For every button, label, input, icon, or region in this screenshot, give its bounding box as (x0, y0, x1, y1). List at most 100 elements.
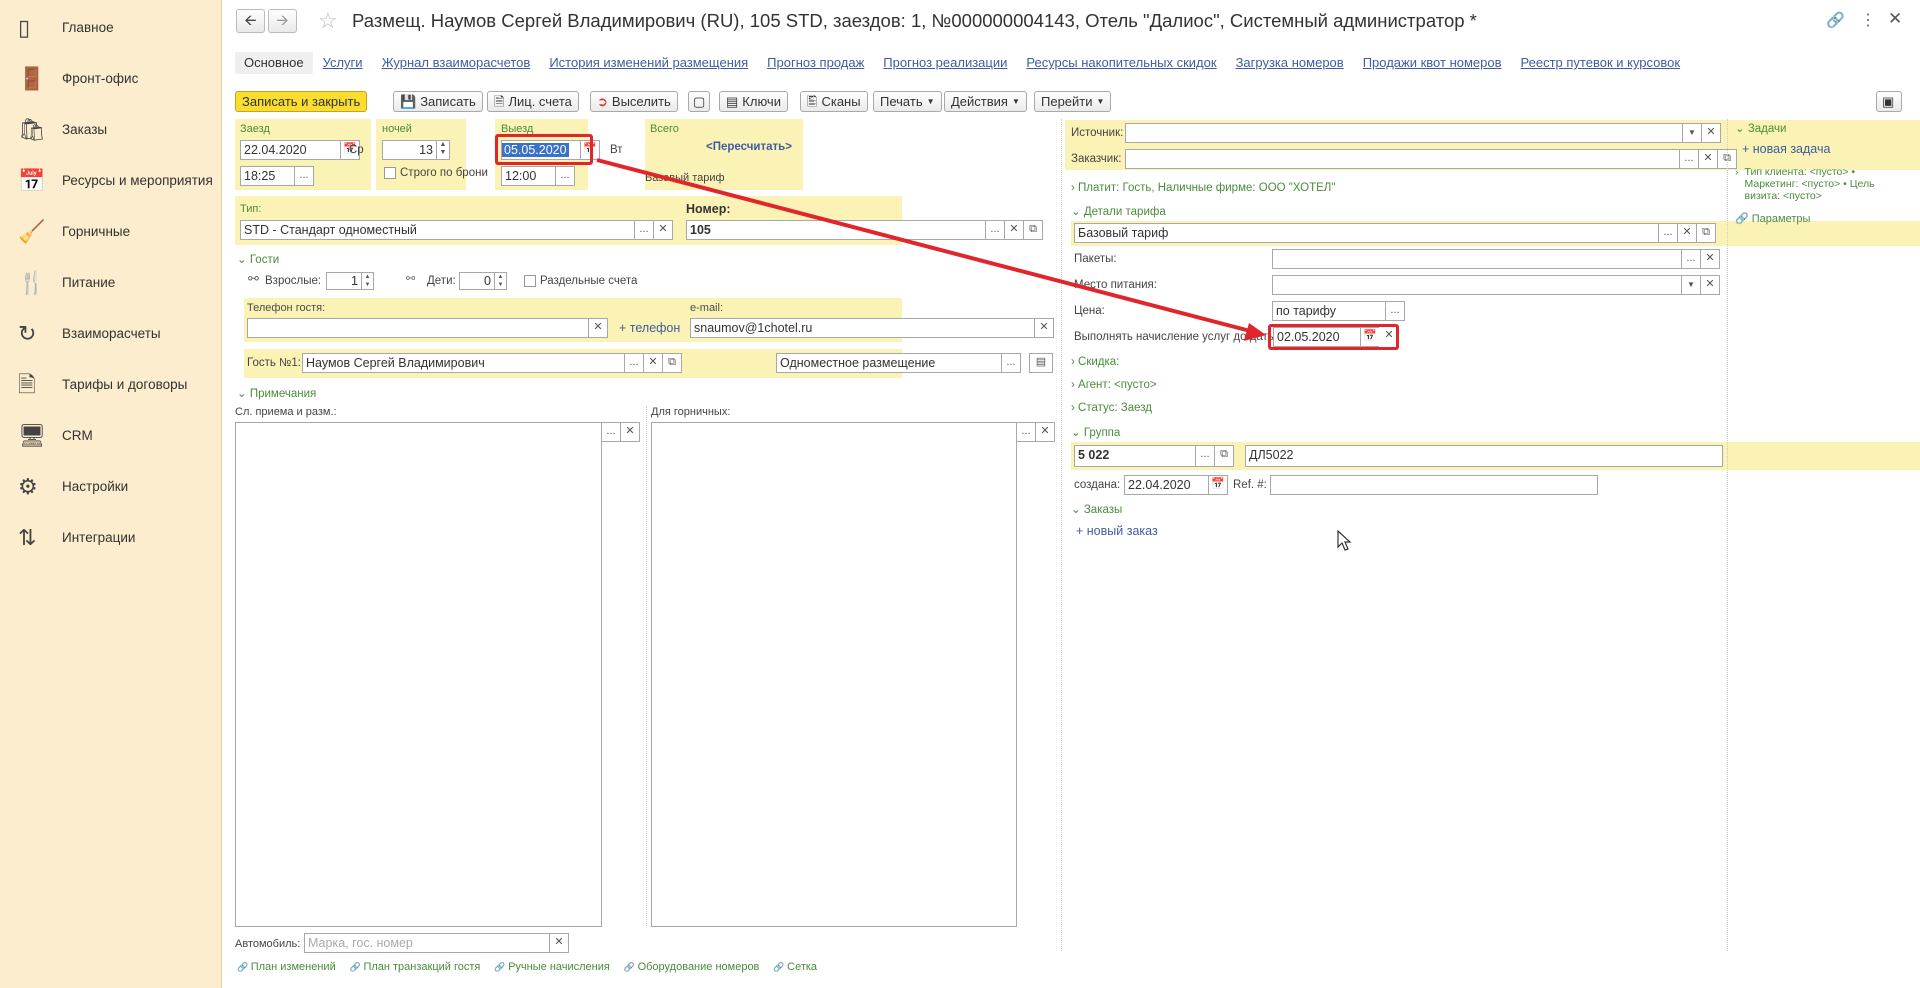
sidebar-item-3[interactable]: 🛍 Заказы (0, 104, 222, 154)
rate-section-toggle[interactable]: ⌄ Детали тарифа (1071, 204, 1166, 218)
card-icon[interactable]: ▤ (1029, 353, 1053, 373)
actions-button[interactable]: Действия ▼ (944, 91, 1027, 112)
open-icon[interactable]: ⧉ (1696, 223, 1716, 243)
new-task-link[interactable]: + новая задача (1742, 142, 1830, 156)
bottom-link-5[interactable]: 🔗 Сетка (773, 961, 817, 973)
bottom-link-4[interactable]: 🔗 Оборудование номеров (624, 961, 760, 973)
source-field[interactable] (1125, 123, 1683, 143)
checkout-time-field[interactable]: 12:00 (501, 166, 556, 186)
checkout-button[interactable]: ➲ Выселить (590, 91, 678, 112)
tab-4[interactable]: История изменений размещения (540, 52, 757, 74)
sidebar-item-10[interactable]: ⚙ Настройки (0, 461, 222, 511)
recalculate-link[interactable]: <Пересчитать> (706, 141, 792, 153)
clear-icon[interactable]: ✕ (1034, 318, 1054, 338)
email-field[interactable]: snaumov@1chotel.ru (690, 318, 1035, 338)
bottom-link-2[interactable]: 🔗 План транзакций гостя (350, 961, 481, 973)
client-info-toggle[interactable]: › Тип клиента: <пусто> • Маркетинг: <пуст… (1735, 166, 1905, 202)
guests-section-toggle[interactable]: ⌄ Гости (237, 252, 279, 266)
adults-field[interactable]: 1 (326, 272, 362, 290)
sidebar-item-9[interactable]: 🖥 CRM (0, 410, 222, 460)
customer-field[interactable] (1125, 149, 1680, 169)
tab-5[interactable]: Прогноз продаж (758, 52, 873, 74)
scans-button[interactable]: 🖺 Сканы (800, 91, 868, 112)
checkin-time-field[interactable]: 18:25 (240, 166, 295, 186)
select-button[interactable]: ... (1385, 301, 1405, 321)
select-button[interactable]: ... (555, 166, 575, 186)
notes-section-toggle[interactable]: ⌄ Примечания (237, 386, 316, 400)
clear-icon[interactable]: ✕ (1700, 275, 1720, 295)
rate-field[interactable]: Базовый тариф (1074, 223, 1659, 243)
calendar-icon[interactable]: 📅 (1208, 475, 1228, 495)
select-button[interactable]: ... (624, 353, 644, 373)
back-button[interactable]: 🡨 (236, 9, 265, 33)
bottom-link-1[interactable]: 🔗 План изменений (237, 961, 336, 973)
clear-icon[interactable]: ✕ (588, 318, 608, 338)
sidebar-item-2[interactable]: 🚪 Фронт-офис (0, 53, 222, 103)
orders-section-toggle[interactable]: ⌄ Заказы (1071, 502, 1122, 516)
created-date-field[interactable]: 22.04.2020 (1124, 475, 1209, 495)
window-button[interactable]: ▢ (688, 91, 710, 112)
tab-1[interactable]: Основное (235, 52, 313, 74)
clear-icon[interactable]: ✕ (1698, 149, 1718, 169)
forward-button[interactable]: 🡪 (268, 9, 297, 33)
parameters-link[interactable]: 🔗 Параметры (1735, 212, 1810, 225)
dropdown-arrow-icon[interactable]: ▼ (1681, 275, 1701, 295)
packages-field[interactable] (1272, 249, 1682, 269)
accommodation-field[interactable]: Одноместное размещение (776, 353, 1002, 373)
sidebar-item-1[interactable]: ▯ Главное (0, 2, 222, 52)
room-type-field[interactable]: STD - Стандарт одноместный (240, 220, 635, 240)
save-button[interactable]: 💾 Записать (393, 91, 483, 112)
form-settings-button[interactable]: ▣ (1876, 91, 1902, 112)
clear-icon[interactable]: ✕ (1701, 123, 1721, 143)
new-order-link[interactable]: + новый заказ (1076, 524, 1158, 538)
sidebar-item-11[interactable]: ⇅ Интеграции (0, 512, 222, 562)
tab-3[interactable]: Журнал взаиморасчетов (373, 52, 540, 74)
tab-6[interactable]: Прогноз реализации (874, 52, 1016, 74)
open-icon[interactable]: ⧉ (662, 353, 682, 373)
phone-field[interactable] (247, 318, 589, 338)
save-and-close-button[interactable]: Записать и закрыть (235, 91, 368, 112)
tab-8[interactable]: Загрузка номеров (1227, 52, 1353, 74)
select-button[interactable]: ... (1195, 445, 1215, 467)
print-button[interactable]: Печать ▼ (873, 91, 942, 112)
bottom-link-3[interactable]: 🔗 Ручные начисления (494, 961, 609, 973)
clear-icon[interactable]: ✕ (1004, 220, 1024, 240)
sidebar-item-7[interactable]: ↻ Взаиморасчеты (0, 308, 222, 358)
goto-button[interactable]: Перейти ▼ (1034, 91, 1112, 112)
sidebar-item-6[interactable]: 🍴 Питание (0, 257, 222, 307)
select-button[interactable]: ... (601, 422, 621, 442)
sidebar-item-4[interactable]: 📅 Ресурсы и мероприятия (0, 155, 222, 205)
dropdown-arrow-icon[interactable]: ▼ (1682, 123, 1702, 143)
personal-accounts-button[interactable]: 🗎 Лиц. счета (487, 91, 579, 112)
nights-stepper[interactable]: ▲ ▼ (436, 140, 450, 160)
group-name-field[interactable]: ДЛ5022 (1245, 445, 1723, 467)
select-button[interactable]: ... (1001, 353, 1021, 373)
clear-icon[interactable]: ✕ (1677, 223, 1697, 243)
select-button[interactable]: ... (294, 166, 314, 186)
keys-button[interactable]: ▤ Ключи (719, 91, 788, 112)
clear-icon[interactable]: ✕ (643, 353, 663, 373)
select-button[interactable]: ... (1679, 149, 1699, 169)
car-field[interactable]: Марка, гос. номер (304, 933, 550, 953)
clear-icon[interactable]: ✕ (1700, 249, 1720, 269)
open-icon[interactable]: ⧉ (1023, 220, 1043, 240)
price-field[interactable]: по тарифу (1272, 301, 1386, 321)
maid-notes-textarea[interactable] (651, 422, 1017, 927)
tab-9[interactable]: Продажи квот номеров (1354, 52, 1511, 74)
tasks-section-toggle[interactable]: ⌄ Задачи (1735, 121, 1786, 135)
sidebar-item-8[interactable]: 🗎 Тарифы и договоры (0, 359, 222, 409)
tab-10[interactable]: Реестр путевок и курсовок (1512, 52, 1690, 74)
tab-7[interactable]: Ресурсы накопительных скидок (1017, 52, 1225, 74)
clear-icon[interactable]: ✕ (1035, 422, 1055, 442)
checkin-date-field[interactable]: 22.04.2020 (240, 140, 341, 160)
guest-name-field[interactable]: Наумов Сергей Владимирович (302, 353, 625, 373)
separate-accounts-checkbox[interactable] (524, 275, 536, 287)
select-button[interactable]: ... (1016, 422, 1036, 442)
children-field[interactable]: 0 (459, 272, 495, 290)
link-icon[interactable]: 🔗 (1826, 11, 1845, 29)
ref-field[interactable] (1270, 475, 1598, 495)
clear-icon[interactable]: ✕ (620, 422, 640, 442)
sidebar-item-5[interactable]: 🧹 Горничные (0, 206, 222, 256)
select-button[interactable]: ... (634, 220, 654, 240)
group-code-field[interactable]: 5 022 (1074, 445, 1196, 467)
